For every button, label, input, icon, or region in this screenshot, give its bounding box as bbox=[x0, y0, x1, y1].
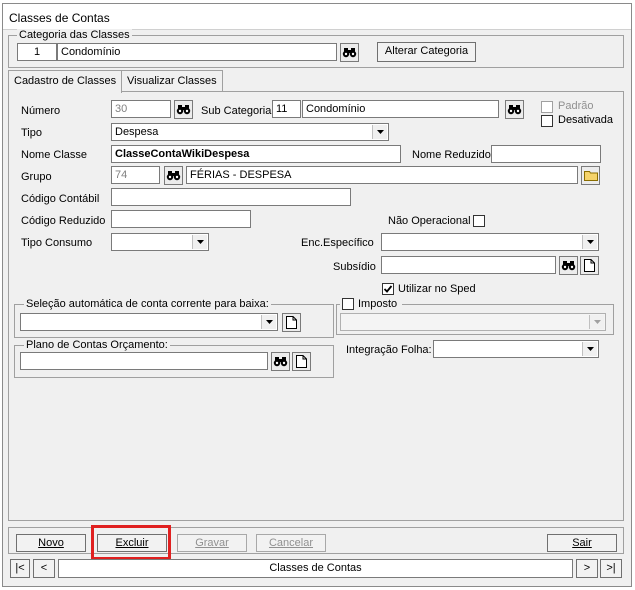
nome-reduzido-label: Nome Reduzido bbox=[412, 149, 491, 161]
selecao-auto-new-button[interactable] bbox=[282, 313, 301, 332]
chevron-down-icon[interactable] bbox=[372, 125, 387, 139]
window-title-bar: Classes de Contas bbox=[3, 4, 631, 30]
tipo-consumo-select[interactable] bbox=[111, 233, 209, 251]
enc-especifico-label: Enc.Específico bbox=[301, 237, 374, 249]
integracao-folha-label: Integração Folha: bbox=[346, 344, 432, 356]
tab-cadastro-classes[interactable]: Cadastro de Classes bbox=[8, 70, 123, 93]
gravar-button[interactable]: Gravar bbox=[177, 534, 247, 552]
nao-operacional-checkbox[interactable] bbox=[473, 215, 485, 227]
nome-reduzido-field[interactable] bbox=[491, 145, 601, 163]
subsidio-label: Subsídio bbox=[333, 261, 376, 273]
gravar-button-label: Gravar bbox=[195, 537, 229, 549]
novo-button[interactable]: Novo bbox=[16, 534, 86, 552]
novo-button-label: Novo bbox=[38, 537, 64, 549]
window-title: Classes de Contas bbox=[9, 11, 110, 25]
binoculars-icon bbox=[342, 48, 357, 58]
sair-button[interactable]: Sair bbox=[547, 534, 617, 552]
selecao-auto-legend: Seleção automática de conta corrente par… bbox=[24, 298, 271, 310]
codigo-contabil-field[interactable] bbox=[111, 188, 351, 206]
sair-button-label: Sair bbox=[572, 537, 592, 549]
chevron-down-icon[interactable] bbox=[582, 342, 597, 356]
utilizar-sped-checkbox[interactable] bbox=[382, 283, 394, 295]
tab-visualizar-classes[interactable]: Visualizar Classes bbox=[121, 70, 223, 92]
new-document-icon bbox=[296, 355, 307, 368]
plano-contas-search-button[interactable] bbox=[271, 352, 290, 371]
chevron-down-icon[interactable] bbox=[261, 315, 276, 329]
binoculars-icon bbox=[166, 171, 181, 181]
subsidio-field[interactable] bbox=[381, 256, 556, 274]
grupo-label: Grupo bbox=[21, 171, 52, 183]
new-document-icon bbox=[286, 316, 297, 329]
tipo-consumo-label: Tipo Consumo bbox=[21, 237, 93, 249]
subsidio-search-button[interactable] bbox=[559, 256, 578, 275]
codigo-reduzido-label: Código Reduzido bbox=[21, 215, 106, 227]
imposto-legend: Imposto bbox=[358, 298, 398, 310]
enc-especifico-select[interactable] bbox=[381, 233, 599, 251]
sub-categoria-search-button[interactable] bbox=[505, 100, 524, 119]
chevron-down-icon[interactable] bbox=[192, 235, 207, 249]
grupo-code-field[interactable]: 74 bbox=[111, 166, 160, 184]
sub-categoria-code-field[interactable]: 11 bbox=[272, 100, 301, 118]
padrao-label: Padrão bbox=[558, 100, 594, 112]
nav-last-button[interactable]: >| bbox=[600, 559, 622, 578]
nav-prev-button[interactable]: < bbox=[33, 559, 55, 578]
categoria-name-field[interactable]: Condomínio bbox=[57, 43, 337, 61]
codigo-contabil-label: Código Contábil bbox=[21, 193, 100, 205]
imposto-checkbox[interactable] bbox=[342, 298, 354, 310]
plano-contas-new-button[interactable] bbox=[292, 352, 311, 371]
cancelar-button-label: Cancelar bbox=[268, 537, 314, 549]
codigo-reduzido-field[interactable] bbox=[111, 210, 251, 228]
checkmark-icon bbox=[383, 285, 393, 293]
tipo-label: Tipo bbox=[21, 127, 42, 139]
imposto-select[interactable] bbox=[340, 313, 606, 331]
grupo-name-field[interactable]: FÉRIAS - DESPESA bbox=[186, 166, 578, 184]
chevron-down-icon[interactable] bbox=[582, 235, 597, 249]
categoria-search-button[interactable] bbox=[340, 43, 359, 62]
nome-classe-field[interactable]: ClasseContaWikiDespesa bbox=[111, 145, 401, 163]
binoculars-icon bbox=[507, 105, 522, 115]
nav-first-button[interactable]: |< bbox=[10, 559, 30, 578]
numero-field[interactable]: 30 bbox=[111, 100, 171, 118]
binoculars-icon bbox=[273, 357, 288, 367]
folder-icon bbox=[583, 171, 598, 181]
tipo-select-value: Despesa bbox=[115, 126, 159, 138]
nav-label: Classes de Contas bbox=[58, 559, 573, 578]
chevron-down-icon[interactable] bbox=[589, 315, 604, 329]
sub-categoria-label: Sub Categoria bbox=[201, 105, 272, 117]
sub-categoria-name-field[interactable]: Condomínio bbox=[302, 100, 499, 118]
grupo-search-button[interactable] bbox=[164, 166, 183, 185]
numero-label: Número bbox=[21, 105, 61, 117]
categoria-legend: Categoria das Classes bbox=[17, 29, 132, 41]
subsidio-new-button[interactable] bbox=[580, 256, 599, 275]
new-document-icon bbox=[584, 259, 595, 272]
tipo-select[interactable]: Despesa bbox=[111, 123, 389, 141]
binoculars-icon bbox=[176, 105, 191, 115]
numero-search-button[interactable] bbox=[174, 100, 193, 119]
cancelar-button[interactable]: Cancelar bbox=[256, 534, 326, 552]
selecao-auto-select[interactable] bbox=[20, 313, 278, 331]
imposto-legend-wrap: Imposto bbox=[340, 298, 402, 311]
integracao-folha-select[interactable] bbox=[433, 340, 599, 358]
utilizar-sped-label: Utilizar no Sped bbox=[398, 283, 476, 295]
grupo-folder-button[interactable] bbox=[581, 166, 600, 185]
alterar-categoria-button[interactable]: Alterar Categoria bbox=[377, 42, 476, 62]
nome-classe-label: Nome Classe bbox=[21, 149, 88, 161]
highlight-box bbox=[91, 525, 171, 560]
desativada-label: Desativada bbox=[558, 114, 614, 126]
binoculars-icon bbox=[561, 261, 576, 271]
desativada-checkbox[interactable] bbox=[541, 115, 553, 127]
categoria-code-field[interactable]: 1 bbox=[17, 43, 57, 61]
nao-operacional-label: Não Operacional bbox=[388, 215, 471, 227]
nav-next-button[interactable]: > bbox=[576, 559, 598, 578]
plano-contas-legend: Plano de Contas Orçamento: bbox=[24, 339, 170, 351]
plano-contas-field[interactable] bbox=[20, 352, 268, 370]
padrao-checkbox[interactable] bbox=[541, 101, 553, 113]
